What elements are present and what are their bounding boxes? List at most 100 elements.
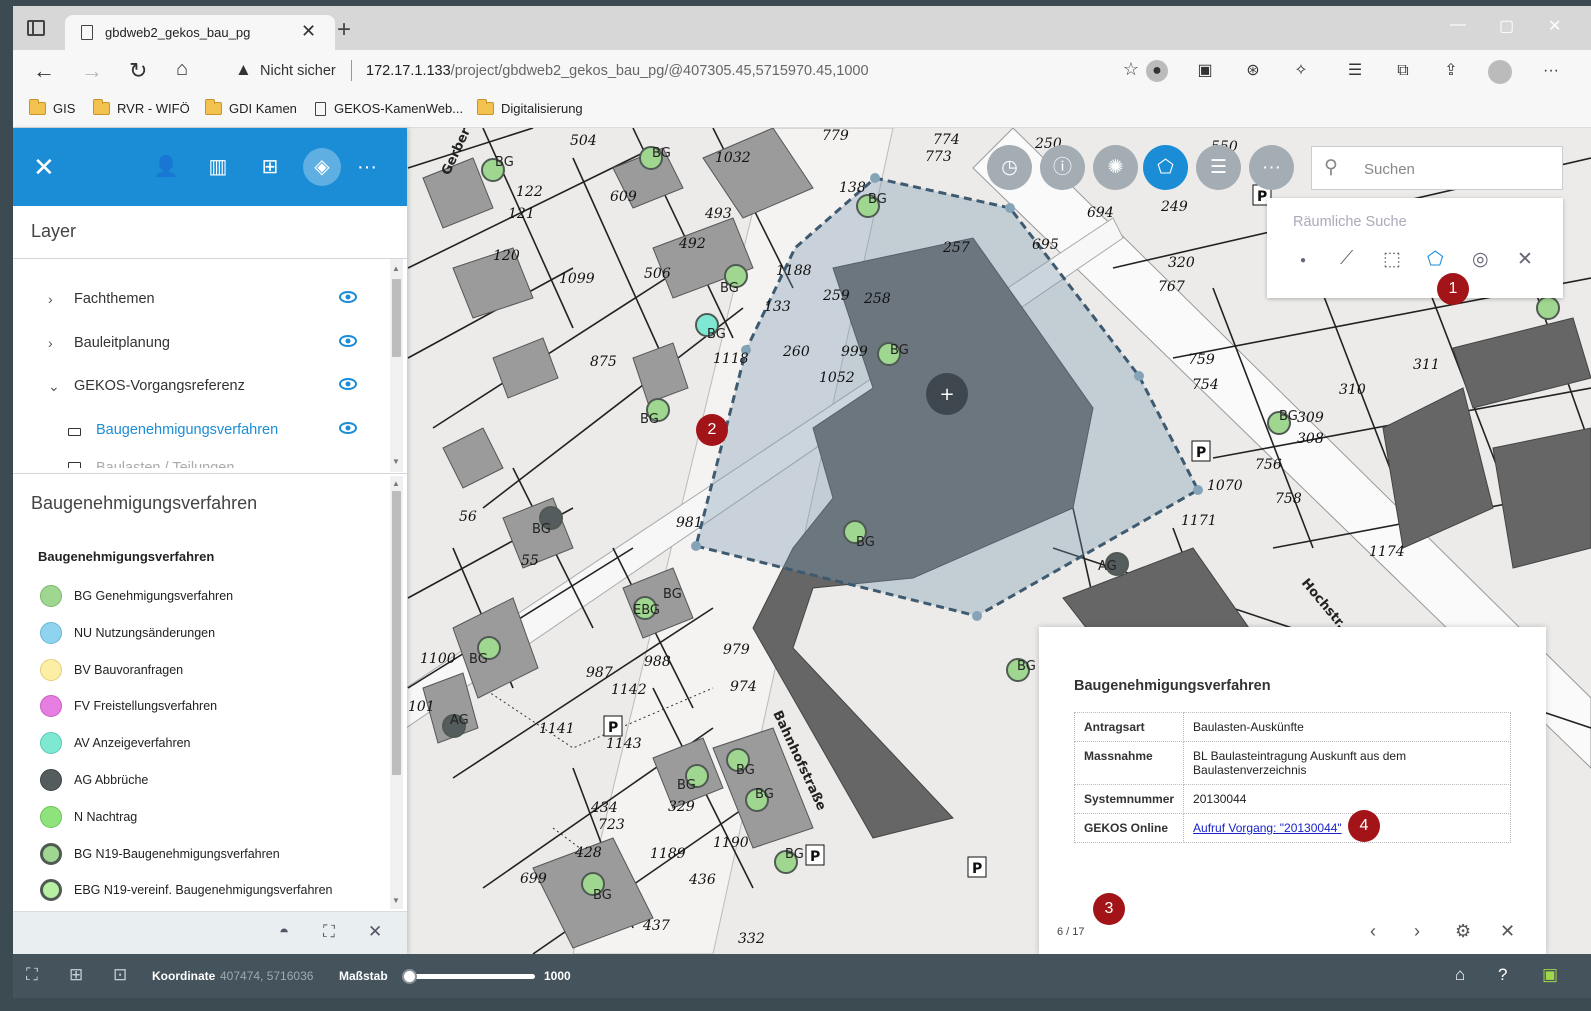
zoom-extent-icon[interactable]: ⛶ — [26, 965, 38, 985]
browser-tab[interactable]: gbdweb2_gekos_bau_pg ✕ — [65, 15, 335, 50]
close-spatial-search-icon[interactable]: ✕ — [1517, 248, 1533, 271]
spatial-search-button[interactable]: ⬠ — [1143, 145, 1188, 190]
close-popup-icon[interactable]: ✕ — [1500, 921, 1515, 942]
extension-icon[interactable]: ⊛ — [1242, 60, 1264, 82]
chevron-down-icon[interactable]: ⌄ — [48, 378, 60, 395]
history-button[interactable]: ◷ — [987, 145, 1032, 190]
point-tool-icon[interactable]: ● — [1300, 255, 1306, 266]
search-input[interactable]: ⚲ Suchen — [1311, 146, 1563, 190]
legend-label: FV Freistellungsverfahren — [74, 699, 218, 714]
polygon-tool-icon[interactable]: ⬠ — [1427, 248, 1444, 271]
bookmark-rvr[interactable]: RVR - WIFÖ — [93, 99, 190, 116]
folder-icon — [477, 99, 494, 115]
svg-text:779: 779 — [822, 128, 849, 144]
scroll-up-icon[interactable]: ▲ — [392, 479, 400, 488]
url-text: 172.17.1.133/project/gbdweb2_gekos_bau_p… — [366, 63, 869, 79]
svg-text:BG: BG — [1017, 659, 1036, 674]
close-tab-icon[interactable]: ✕ — [301, 21, 316, 42]
svg-text:506: 506 — [644, 266, 671, 282]
more-icon[interactable]: ··· — [348, 148, 386, 186]
measure-button[interactable]: ✺ — [1093, 145, 1138, 190]
legend-label: AV Anzeigeverfahren — [74, 736, 191, 751]
layer-item-fachthemen[interactable]: › Fachthemen — [13, 279, 393, 319]
chevron-right-icon[interactable]: › — [48, 291, 53, 307]
collections-icon[interactable]: ⧉ — [1392, 60, 1414, 82]
favorites-icon[interactable]: ☰ — [1344, 60, 1366, 82]
scroll-down-icon[interactable]: ▼ — [392, 896, 400, 905]
bookmark-gekos[interactable]: GEKOS-KamenWeb... — [315, 101, 463, 116]
svg-text:694: 694 — [1087, 205, 1114, 221]
map-icon[interactable]: ▥ — [199, 148, 237, 186]
search-layer-icon[interactable]: ⊞ — [251, 148, 289, 186]
eye-icon[interactable] — [339, 378, 357, 390]
layer-item-baulasten[interactable]: Baulasten / Teilungen — [13, 454, 393, 468]
line-tool-icon[interactable]: ⟋ — [1340, 248, 1353, 270]
attr-value: 20130044 — [1183, 784, 1511, 814]
svg-text:332: 332 — [738, 931, 765, 947]
new-tab-icon[interactable]: + — [337, 16, 351, 44]
extension-icon[interactable]: ▣ — [1194, 60, 1216, 82]
layers-icon[interactable]: ◈ — [303, 148, 341, 186]
bookmark-gis[interactable]: GIS — [29, 99, 75, 116]
more-menu-icon[interactable]: ··· — [1540, 60, 1562, 82]
legend-scroll-thumb[interactable] — [392, 491, 401, 775]
fullscreen-icon[interactable]: ⛶ — [323, 922, 335, 942]
extension-icon[interactable]: ● — [1146, 60, 1168, 82]
previous-icon[interactable]: ‹ — [1370, 921, 1376, 942]
svg-text:1032: 1032 — [715, 150, 751, 166]
extensions-puzzle-icon[interactable]: ✧ — [1290, 60, 1312, 82]
app-logo-icon[interactable]: ▣ — [1542, 965, 1558, 985]
zoom-in-area-icon[interactable]: ⊞ — [69, 965, 83, 985]
more-tools-button[interactable]: ··· — [1249, 145, 1294, 190]
bookmark-gdi-kamen[interactable]: GDI Kamen — [205, 99, 297, 116]
layer-item-gekos-vorgangsreferenz[interactable]: ⌄ GEKOS-Vorgangsreferenz — [13, 366, 393, 406]
user-icon[interactable]: 👤 — [147, 148, 185, 186]
legend-subheading: Baugenehmigungsverfahren — [38, 549, 215, 564]
favorite-star-icon[interactable]: ☆ — [1123, 59, 1139, 80]
home-icon[interactable]: ⌂ — [176, 58, 188, 81]
help-icon[interactable]: ? — [1498, 965, 1507, 985]
layer-item-baugenehmigungsverfahren[interactable]: Baugenehmigungsverfahren — [13, 410, 393, 450]
home-icon[interactable]: ⌂ — [1455, 965, 1465, 985]
layer-item-bauleitplanung[interactable]: › Bauleitplanung — [13, 323, 393, 363]
circle-tool-icon[interactable]: ◎ — [1472, 248, 1489, 271]
close-window-icon[interactable]: ✕ — [1548, 16, 1561, 36]
svg-text:311: 311 — [1413, 357, 1440, 373]
svg-text:695: 695 — [1032, 237, 1059, 253]
close-icon[interactable]: ✕ — [368, 922, 382, 942]
scroll-down-icon[interactable]: ▼ — [392, 457, 400, 466]
popup-pager: 6 / 17 — [1057, 926, 1085, 938]
legend-button[interactable]: ☰ — [1196, 145, 1241, 190]
tab-actions-icon[interactable] — [27, 20, 45, 36]
gekos-online-link[interactable]: Aufruf Vorgang: "20130044" — [1193, 821, 1342, 835]
scroll-up-icon[interactable]: ▲ — [392, 264, 400, 273]
forward-icon[interactable]: → — [81, 58, 103, 84]
svg-text:767: 767 — [1158, 279, 1185, 295]
divider — [13, 258, 407, 259]
close-panel-icon[interactable]: ✕ — [33, 152, 55, 183]
bookmark-digitalisierung[interactable]: Digitalisierung — [477, 99, 583, 116]
svg-text:BG: BG — [856, 535, 875, 550]
eye-icon[interactable] — [339, 291, 357, 303]
share-icon[interactable]: ⇪ — [1440, 60, 1462, 82]
opacity-icon[interactable]: ◓ — [279, 922, 289, 942]
scale-slider-knob[interactable] — [402, 969, 417, 984]
eye-icon[interactable] — [339, 422, 357, 434]
chevron-right-icon[interactable]: › — [48, 335, 53, 351]
zoom-out-area-icon[interactable]: ⊡ — [113, 965, 127, 985]
eye-icon[interactable] — [339, 335, 357, 347]
scale-slider[interactable] — [402, 969, 535, 984]
box-tool-icon[interactable]: ⬚ — [1383, 248, 1401, 271]
info-button[interactable]: ⓘ — [1040, 145, 1085, 190]
attr-key: Massnahme — [1073, 741, 1185, 785]
address-field[interactable]: ▲ Nicht sicher 172.17.1.133/project/gbdw… — [223, 56, 1145, 87]
next-icon[interactable]: › — [1414, 921, 1420, 942]
search-icon: ⚲ — [1324, 157, 1338, 178]
minimize-icon[interactable]: — — [1450, 16, 1466, 34]
reload-icon[interactable]: ↻ — [129, 58, 147, 84]
back-icon[interactable]: ← — [33, 58, 55, 84]
layer-scroll-thumb[interactable] — [392, 279, 401, 357]
profile-avatar[interactable] — [1488, 60, 1512, 84]
maximize-icon[interactable]: ▢ — [1499, 16, 1514, 36]
settings-gear-icon[interactable]: ⚙ — [1455, 921, 1471, 942]
